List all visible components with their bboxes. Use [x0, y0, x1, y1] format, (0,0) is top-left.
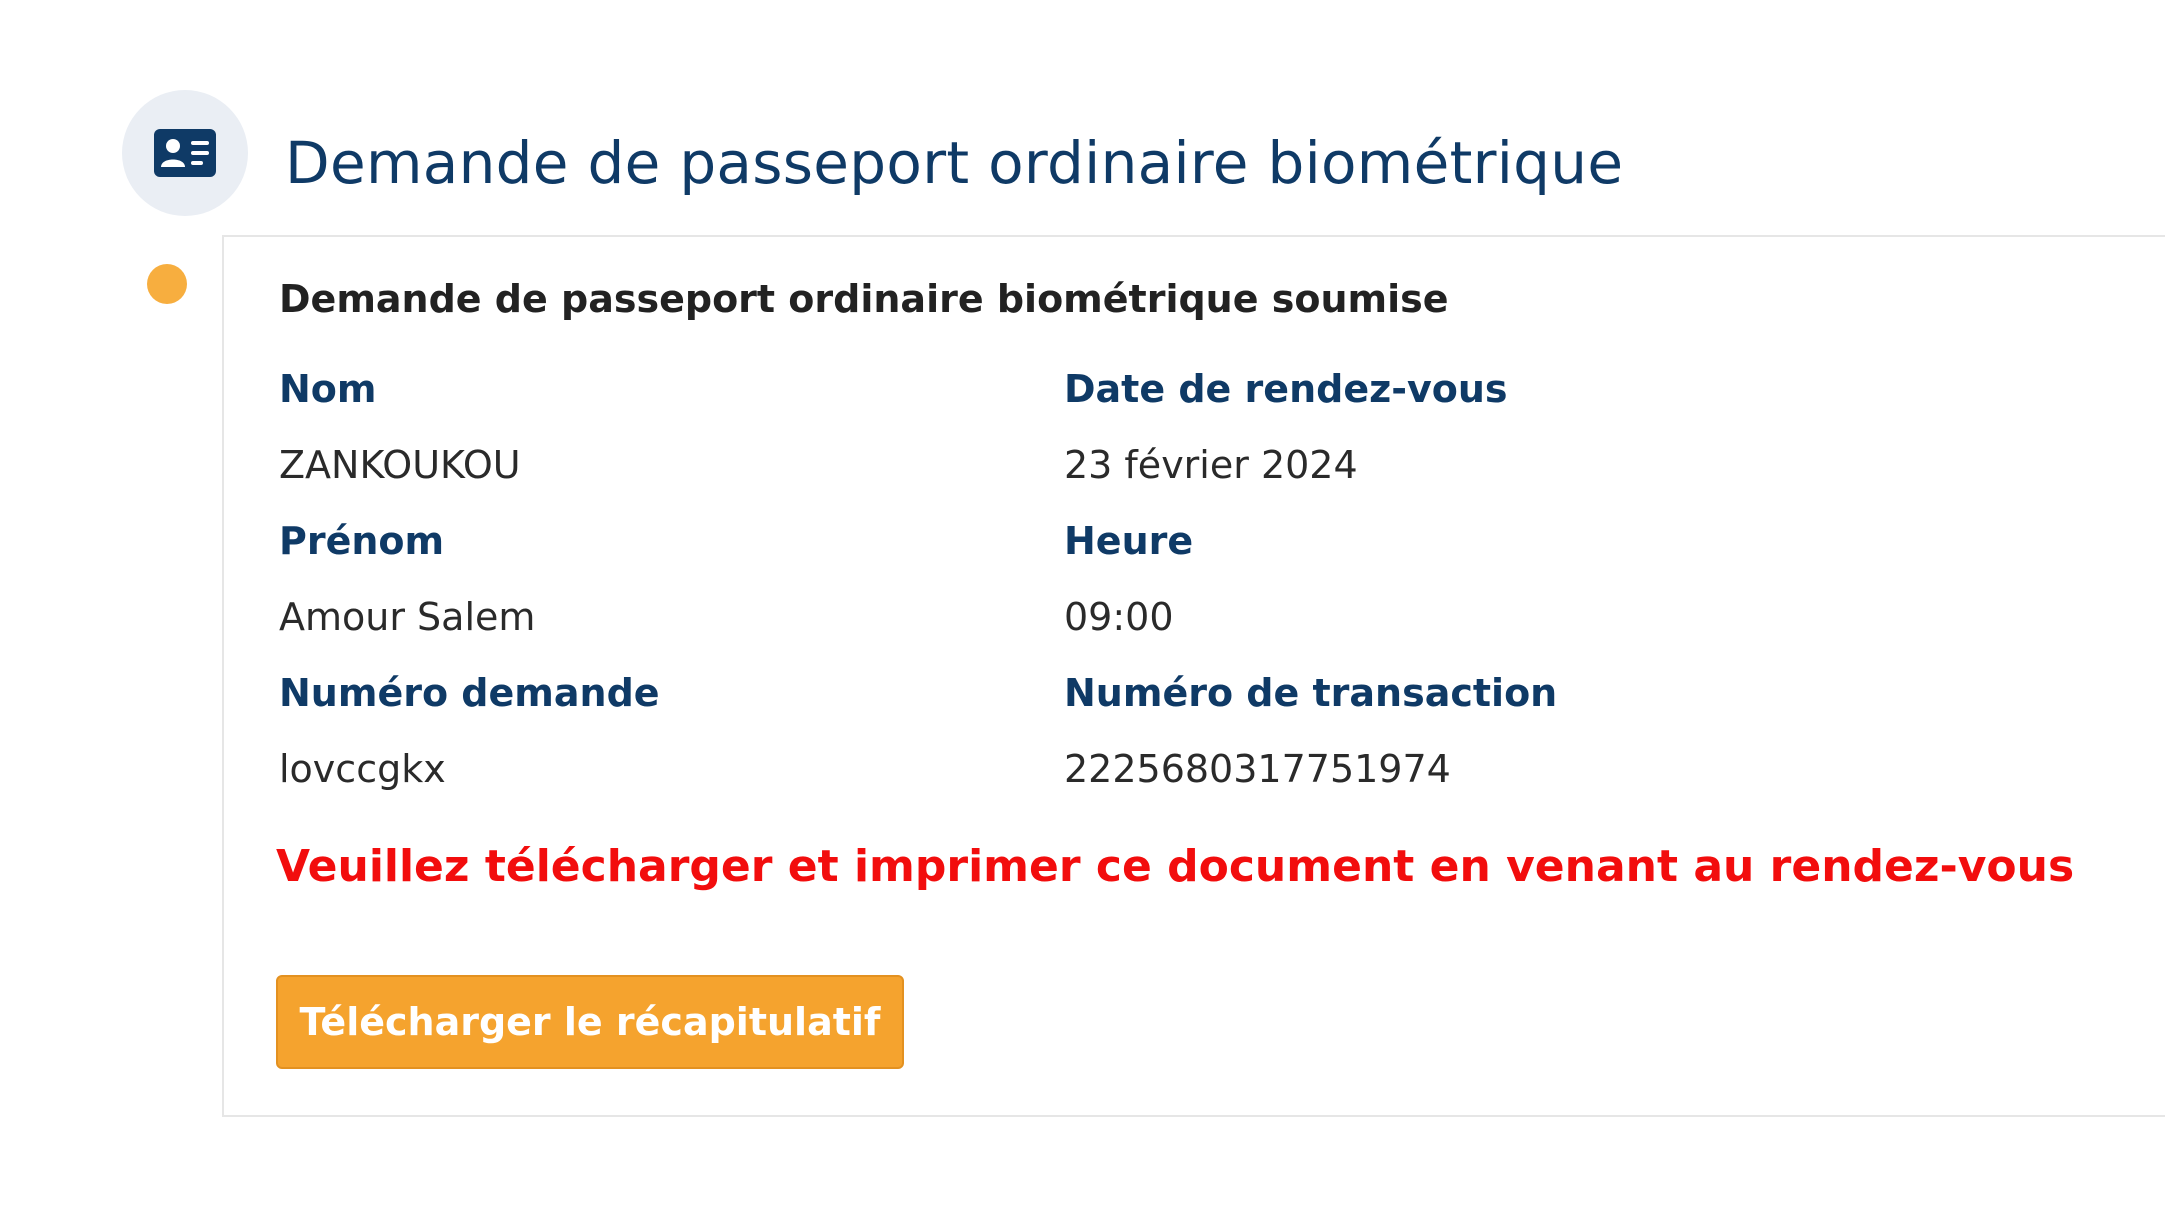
numero-transaction-value: 2225680317751974 [1064, 747, 1451, 791]
nom-value: ZANKOUKOU [279, 443, 521, 487]
heure-value: 09:00 [1064, 595, 1174, 639]
header-icon-circle [122, 90, 248, 216]
nom-label: Nom [279, 367, 377, 411]
date-label: Date de rendez-vous [1064, 367, 1508, 411]
id-card-icon [154, 129, 216, 177]
date-value: 23 février 2024 [1064, 443, 1358, 487]
status-dot [147, 264, 187, 304]
heure-label: Heure [1064, 519, 1194, 563]
card-title: Demande de passeport ordinaire biométriq… [279, 277, 1449, 321]
page-title: Demande de passeport ordinaire biométriq… [285, 129, 1624, 197]
prenom-label: Prénom [279, 519, 445, 563]
page: Demande de passeport ordinaire biométriq… [0, 0, 2165, 1215]
warning-message: Veuillez télécharger et imprimer ce docu… [276, 841, 2075, 892]
summary-card: Demande de passeport ordinaire biométriq… [222, 235, 2165, 1117]
numero-demande-value: lovccgkx [279, 747, 446, 791]
numero-transaction-label: Numéro de transaction [1064, 671, 1558, 715]
numero-demande-label: Numéro demande [279, 671, 660, 715]
download-summary-button[interactable]: Télécharger le récapitulatif [276, 975, 904, 1069]
prenom-value: Amour Salem [279, 595, 536, 639]
